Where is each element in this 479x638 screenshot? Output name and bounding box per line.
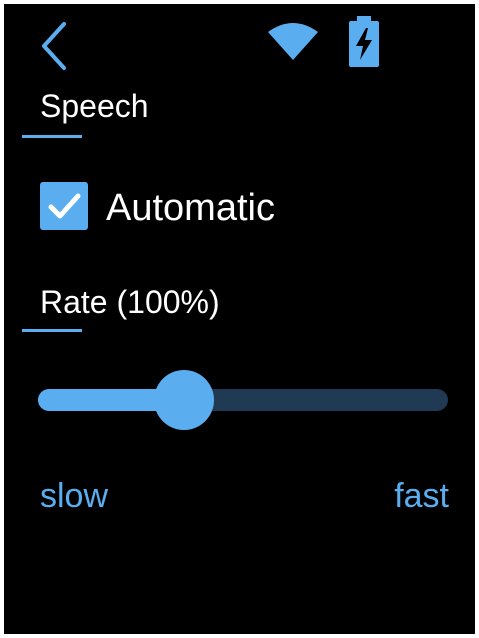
battery-charging-icon (346, 16, 382, 68)
slider-thumb[interactable] (153, 370, 214, 430)
speech-section-title: Speech (40, 88, 149, 124)
rate-section-title: Rate (100%) (40, 284, 220, 320)
rate-section-underline (22, 329, 82, 332)
speech-section-underline (22, 135, 82, 138)
slider-min-label: slow (40, 477, 109, 515)
device-screen: Speech Automatic Rate (100%) slow fast (4, 4, 475, 634)
chevron-left-icon (34, 16, 78, 76)
rate-slider[interactable] (38, 370, 448, 430)
automatic-checkbox-row[interactable]: Automatic (40, 180, 340, 236)
automatic-checkbox[interactable] (40, 182, 88, 230)
checkmark-icon (48, 193, 81, 219)
automatic-label: Automatic (106, 187, 275, 229)
slider-max-label: fast (394, 477, 449, 515)
back-button[interactable] (34, 16, 78, 76)
wifi-icon (266, 22, 320, 62)
